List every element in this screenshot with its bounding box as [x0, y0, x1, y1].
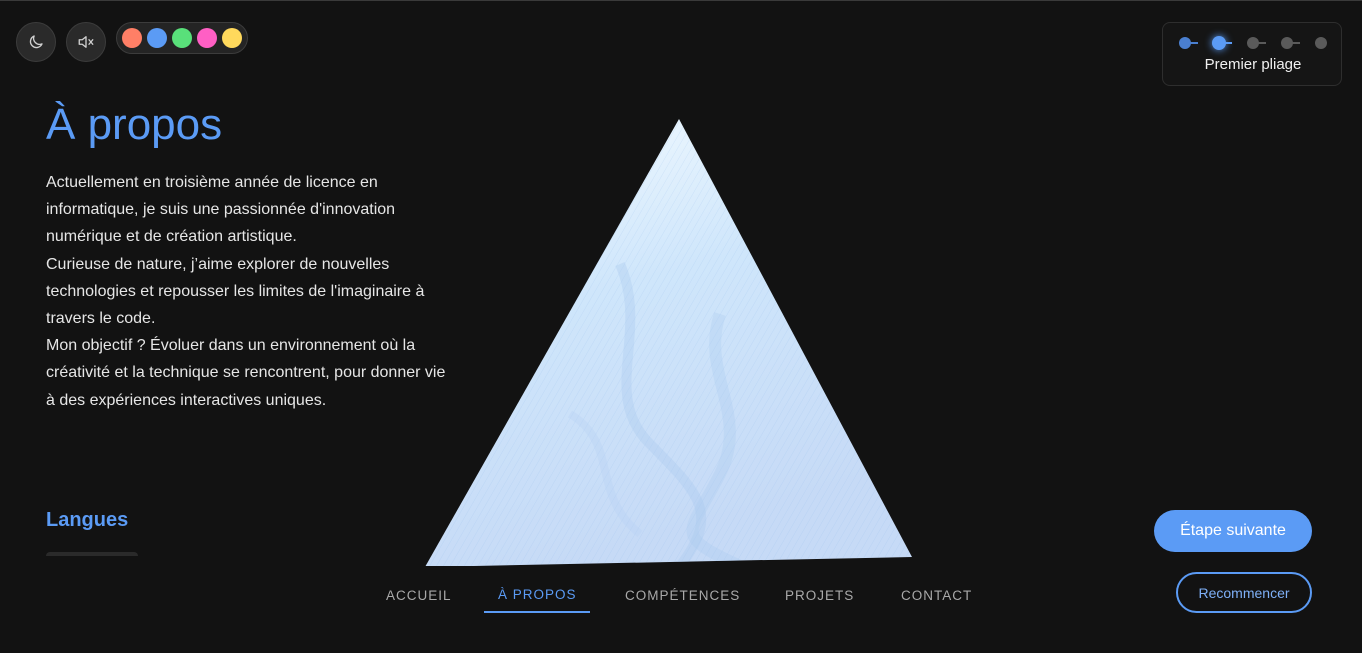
- color-swatch-blue[interactable]: [147, 28, 167, 48]
- speaker-muted-icon: [76, 33, 96, 51]
- step-connector: [1292, 42, 1300, 44]
- step-label: Premier pliage: [1204, 56, 1302, 73]
- top-border: [0, 0, 1362, 1]
- about-description: Actuellement en troisième année de licen…: [46, 169, 446, 414]
- language-chip: [46, 552, 138, 556]
- about-paragraph: Actuellement en troisième année de licen…: [46, 174, 396, 246]
- nav-item-contact[interactable]: CONTACT: [901, 588, 972, 603]
- next-step-button[interactable]: Étape suivante: [1154, 510, 1312, 552]
- nav-item-a-propos[interactable]: À PROPOS: [498, 587, 577, 602]
- about-paragraph: Curieuse de nature, j’aime explorer de n…: [46, 255, 425, 328]
- step-indicator: Premier pliage: [1162, 22, 1342, 86]
- nav-item-accueil[interactable]: ACCUEIL: [386, 588, 452, 603]
- active-nav-indicator: [484, 611, 590, 613]
- color-swatch-yellow[interactable]: [222, 28, 242, 48]
- step-connector: [1190, 42, 1198, 44]
- step-connector: [1224, 42, 1232, 44]
- color-swatch-coral[interactable]: [122, 28, 142, 48]
- languages-heading: Langues: [46, 509, 129, 531]
- moon-icon: [27, 33, 45, 51]
- origami-triangle[interactable]: [420, 114, 920, 566]
- main-navigation: ACCUEIL À PROPOS COMPÉTENCES PROJETS CON…: [360, 576, 1000, 616]
- sound-toggle-button[interactable]: [66, 22, 106, 62]
- step-connector: [1258, 42, 1266, 44]
- color-swatch-pink[interactable]: [197, 28, 217, 48]
- color-swatch-green[interactable]: [172, 28, 192, 48]
- nav-item-competences[interactable]: COMPÉTENCES: [625, 588, 740, 603]
- about-paragraph: Mon objectif ? Évoluer dans un environne…: [46, 337, 446, 409]
- page-title: À propos: [46, 100, 223, 149]
- color-palette: [116, 22, 248, 54]
- restart-button[interactable]: Recommencer: [1176, 572, 1312, 613]
- triangle-texture: [425, 119, 912, 566]
- theme-toggle-button[interactable]: [16, 22, 56, 62]
- step-dot-5[interactable]: [1315, 37, 1327, 49]
- nav-item-projets[interactable]: PROJETS: [785, 588, 854, 603]
